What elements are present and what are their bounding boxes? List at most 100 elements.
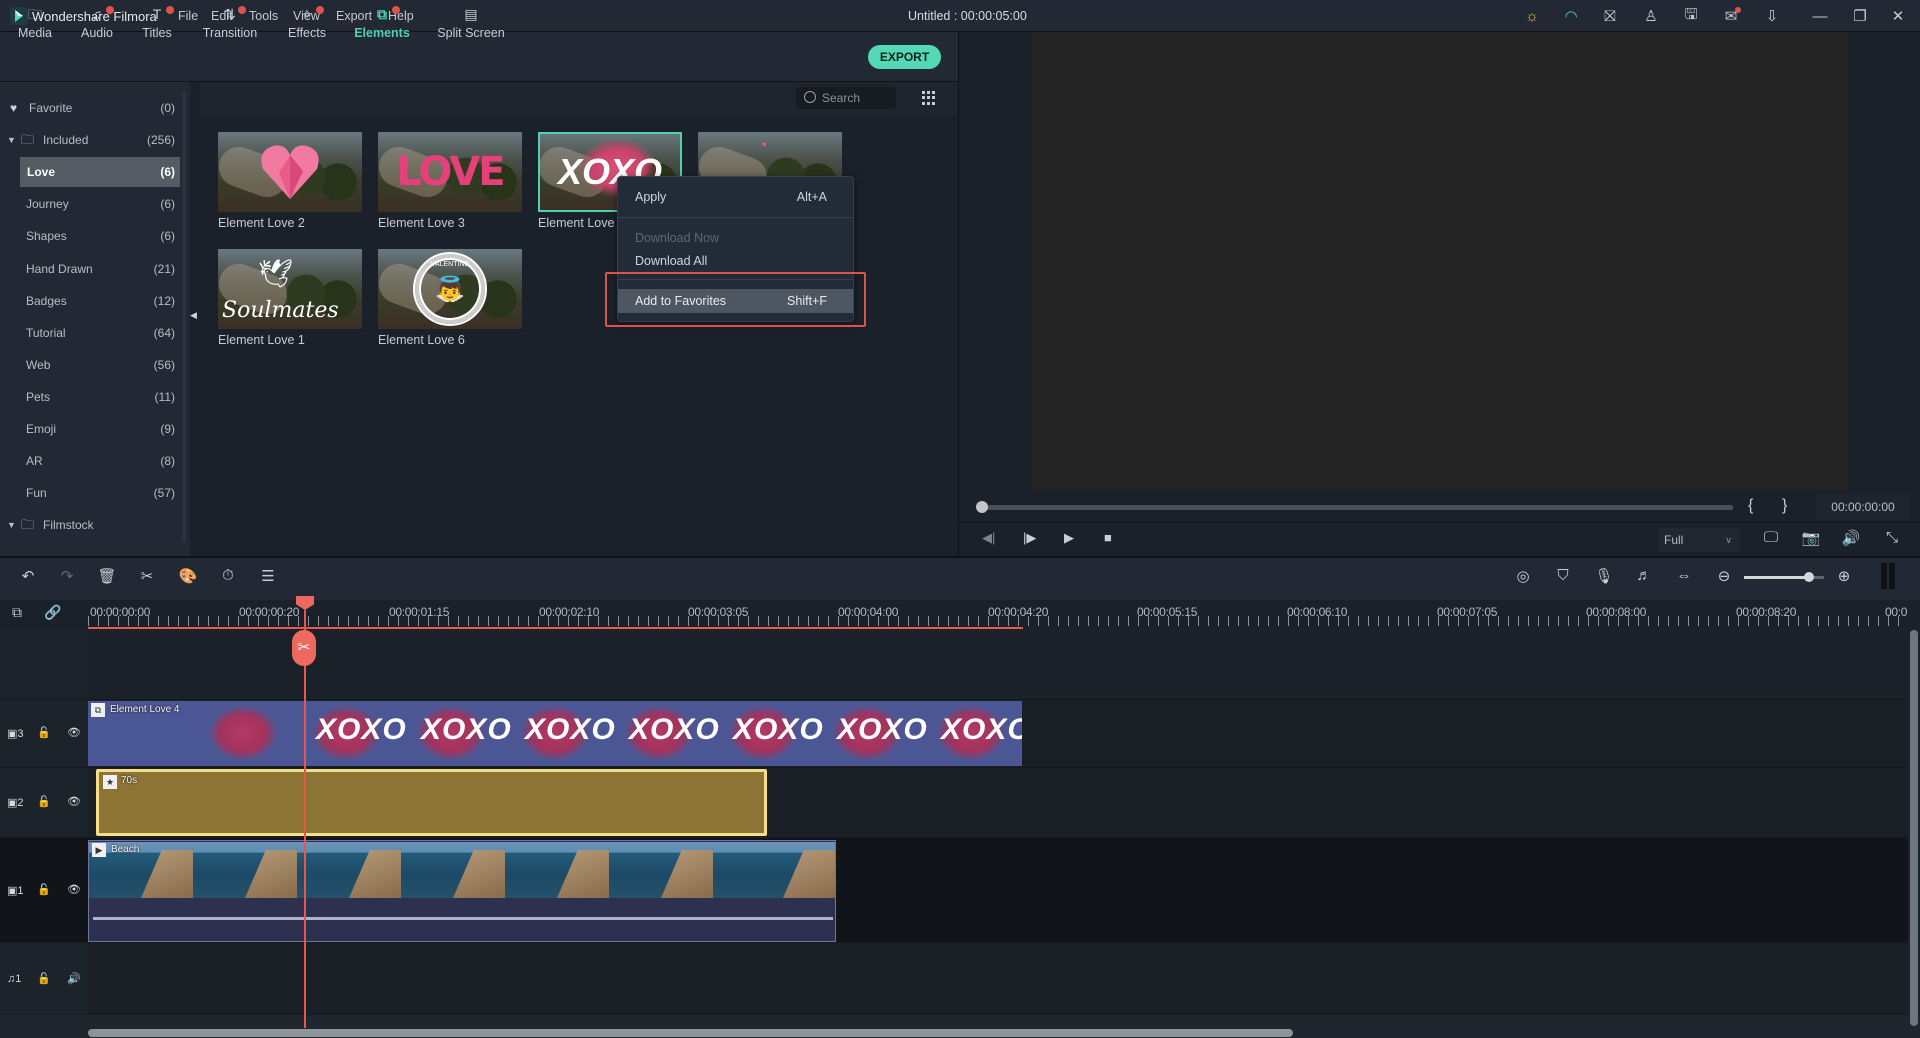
split-scissors-button[interactable]: ✂: [292, 630, 316, 666]
sidebar-item-love[interactable]: Love (6): [20, 157, 180, 187]
tab-titles[interactable]: T Titles: [122, 4, 192, 48]
sidebar-item-tutorial[interactable]: Tutorial (64): [0, 318, 180, 348]
video-clip[interactable]: ▶ Beach: [88, 840, 836, 942]
bulb-icon[interactable]: ☼: [1522, 7, 1542, 25]
element-item[interactable]: LOVE Element Love 3: [378, 132, 522, 230]
mark-out-button[interactable]: }: [1782, 497, 1787, 515]
element-thumbnail[interactable]: LOVE: [378, 132, 522, 212]
playhead-line[interactable]: [304, 610, 306, 1028]
grid-view-icon[interactable]: [922, 91, 936, 105]
tab-effects[interactable]: ✧ Effects: [272, 4, 342, 48]
minimize-button[interactable]: —: [1810, 7, 1830, 25]
sidebar-item-filmstock[interactable]: ▼ 🗀 Filmstock: [0, 510, 180, 540]
quality-dropdown[interactable]: Full ∨: [1658, 528, 1740, 552]
lock-icon[interactable]: 🔓: [37, 795, 51, 808]
sidebar-item-included[interactable]: ▼ 🗀 Included (256): [0, 125, 180, 155]
delete-icon[interactable]: 🗑: [97, 567, 117, 585]
element-clip[interactable]: ⧉ Element Love 4 XOXO XOXO XOXO XOXO XOX…: [88, 701, 1022, 766]
collapse-sidebar-icon[interactable]: ◀: [190, 310, 197, 321]
sidebar-item-journey[interactable]: Journey (6): [0, 189, 180, 219]
tab-split-screen[interactable]: ▤ Split Screen: [431, 4, 511, 48]
gift-icon[interactable]: ⛝: [1600, 7, 1620, 25]
lock-icon[interactable]: 🔓: [37, 726, 51, 739]
play-frame-icon[interactable]: |▶: [1023, 530, 1036, 546]
sidebar-item-pets[interactable]: Pets (11): [0, 382, 180, 412]
account-icon[interactable]: ♙: [1641, 7, 1661, 25]
preview-seek-bar[interactable]: [983, 505, 1733, 510]
ruler-label: 00:00:01:15: [389, 605, 450, 619]
close-button[interactable]: ✕: [1888, 7, 1908, 25]
element-thumbnail[interactable]: 🕊 Soulmates: [218, 249, 362, 329]
restore-button[interactable]: ❐: [1850, 7, 1870, 25]
redo-icon[interactable]: ↷: [57, 567, 77, 585]
timeline-vertical-scrollbar[interactable]: [1910, 630, 1918, 1026]
snapshot-icon[interactable]: 📷: [1801, 529, 1821, 547]
audio-mixer-icon[interactable]: ♬: [1634, 567, 1654, 584]
save-icon[interactable]: 🖫: [1681, 6, 1701, 25]
sidebar-item-badges[interactable]: Badges (12): [0, 286, 180, 316]
heart-art-icon: [261, 145, 319, 199]
sidebar-item-favorite[interactable]: ♥ Favorite (0): [0, 93, 180, 123]
color-palette-icon[interactable]: 🎨: [178, 567, 198, 585]
headset-icon[interactable]: ◠: [1561, 7, 1581, 25]
zoom-in-icon[interactable]: ⊕: [1834, 567, 1854, 585]
element-item[interactable]: 🕊 Soulmates Element Love 1: [218, 249, 362, 347]
sidebar-item-web[interactable]: Web (56): [0, 350, 180, 380]
lock-icon[interactable]: 🔓: [37, 972, 51, 985]
folder-icon: 🗀: [21, 132, 35, 147]
add-track-icon[interactable]: ⧉: [12, 604, 22, 621]
menu-item-download-all[interactable]: Download All: [618, 249, 853, 273]
element-thumbnail[interactable]: [218, 132, 362, 212]
link-icon[interactable]: 🔗: [44, 604, 61, 621]
display-settings-icon[interactable]: 🖵: [1761, 529, 1781, 546]
star-icon: ★: [103, 775, 117, 789]
sidebar-scrollbar[interactable]: [182, 92, 186, 542]
play-icon[interactable]: ▶: [1064, 530, 1074, 546]
adjust-icon[interactable]: ☰: [258, 567, 278, 585]
voiceover-icon[interactable]: 🎙: [1594, 567, 1614, 585]
menu-item-apply[interactable]: Apply Alt+A: [618, 185, 853, 209]
undo-icon[interactable]: ↶: [18, 567, 38, 585]
clip-name: Beach: [111, 844, 140, 855]
sidebar-item-fun[interactable]: Fun (57): [0, 478, 180, 508]
lock-icon[interactable]: 🔓: [37, 883, 51, 896]
sidebar-item-ar[interactable]: AR (8): [0, 446, 180, 476]
element-thumbnail[interactable]: VALENTINE 👼: [378, 249, 522, 329]
render-preview-icon[interactable]: ◎: [1513, 567, 1533, 585]
tab-transition[interactable]: ⇅ Transition: [195, 4, 265, 48]
track-head-v3: ▣3 🔓 👁: [0, 700, 88, 768]
audio-waveform-line: [93, 917, 833, 920]
stop-icon[interactable]: ■: [1104, 530, 1112, 545]
sidebar-item-emoji[interactable]: Emoji (9): [0, 414, 180, 444]
speaker-icon[interactable]: 🔊: [67, 972, 81, 985]
download-icon[interactable]: ⇩: [1762, 7, 1782, 25]
search-input[interactable]: Search: [796, 87, 896, 109]
export-button[interactable]: EXPORT: [868, 45, 941, 69]
sidebar-item-hand-drawn[interactable]: Hand Drawn (21): [0, 254, 180, 284]
speed-icon[interactable]: ⏱: [218, 567, 238, 584]
tab-elements[interactable]: ⧉ Elements: [347, 4, 417, 48]
effect-clip[interactable]: ★ 70s: [96, 769, 767, 836]
mark-in-button[interactable]: {: [1748, 497, 1753, 515]
fit-timeline-icon[interactable]: ⇔: [1674, 567, 1694, 584]
zoom-slider-handle[interactable]: [1804, 572, 1814, 582]
eye-icon[interactable]: 👁: [67, 726, 81, 739]
zoom-out-icon[interactable]: ⊖: [1714, 567, 1734, 585]
eye-icon[interactable]: 👁: [67, 795, 81, 808]
mail-icon[interactable]: ✉: [1721, 7, 1741, 25]
new-badge: [238, 6, 246, 14]
volume-icon[interactable]: 🔊: [1841, 529, 1861, 547]
cut-icon[interactable]: ✂: [137, 567, 157, 585]
ruler-label: 00:00:05:15: [1137, 605, 1198, 619]
previous-frame-icon[interactable]: ◀|: [982, 530, 995, 546]
element-item[interactable]: Element Love 2: [218, 132, 362, 230]
seek-handle[interactable]: [976, 501, 988, 513]
fullscreen-icon[interactable]: ⤡: [1882, 529, 1902, 546]
tab-media[interactable]: 🗀 Media: [0, 4, 70, 48]
eye-icon[interactable]: 👁: [67, 883, 81, 896]
timeline-horizontal-scrollbar[interactable]: [88, 1029, 1293, 1037]
menu-divider: [618, 217, 853, 218]
element-item[interactable]: VALENTINE 👼 Element Love 6: [378, 249, 522, 347]
sidebar-item-shapes[interactable]: Shapes (6): [0, 221, 180, 251]
marker-icon[interactable]: ⛉: [1553, 567, 1573, 584]
